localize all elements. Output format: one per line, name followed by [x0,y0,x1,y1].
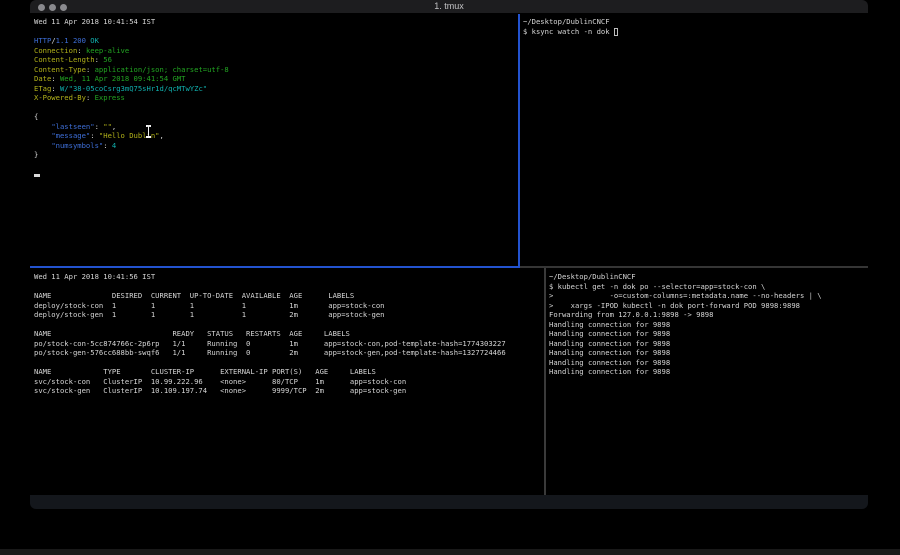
table-row: svc/stock-gen ClusterIP 10.109.197.74 <n… [34,386,544,396]
header-name: Connection [34,46,77,55]
json-value: 4 [112,141,116,150]
command-text: $ ksync watch -n dok [523,27,610,36]
zoom-button[interactable] [60,4,67,11]
json-separator: : [90,131,99,140]
pane-bottom-right-port-forward[interactable]: ~/Desktop/DublinCNCF $ kubectl get -n do… [546,268,868,495]
terminal-block-cursor [34,174,40,177]
http-reason: OK [90,36,99,45]
blank-line [34,27,518,37]
window-title: 1. tmux [30,0,868,13]
json-indent [34,141,51,150]
pods-table: NAME READY STATUS RESTARTS AGE LABELSpo/… [34,329,544,358]
json-brace-line: { [34,112,518,122]
forwarding-line: Forwarding from 127.0.0.1:9898 -> 9898 [549,310,868,320]
header-separator: : [51,84,60,93]
http-header-line: Connection: keep-alive [34,46,518,56]
header-separator: : [77,46,86,55]
handling-line: Handling connection for 9898 [549,358,868,368]
pane-top-right-ksync[interactable]: ~/Desktop/DublinCNCF $ ksync watch -n do… [520,14,868,266]
services-table: NAME TYPE CLUSTER-IP EXTERNAL-IP PORT(S)… [34,367,544,396]
header-separator: : [95,55,104,64]
json-key: "message" [51,131,90,140]
blank-line [34,103,518,113]
tmux-status-bar: demo 0:bash* ⎈ minikube:default [30,495,868,509]
blank-line [34,282,544,292]
header-separator: : [86,65,95,74]
desktop-bottom-strip [0,549,900,555]
json-separator: : [95,122,104,131]
handling-line: Handling connection for 9898 [549,329,868,339]
http-status-line: HTTP/1.1 200 OK [34,36,518,46]
blank-line [34,160,518,170]
http-header-line: ETag: W/"38-05coCsrg3mQ75sHr1d/qcMTwYZc" [34,84,518,94]
header-separator: : [51,74,60,83]
http-header-line: X-Powered-By: Express [34,93,518,103]
handling-line: Handling connection for 9898 [549,348,868,358]
json-indent [34,131,51,140]
tmux-terminal: Wed 11 Apr 2018 10:41:54 IST HTTP/1.1 20… [30,14,868,495]
blank-line [34,320,544,330]
header-name: Content-Type [34,65,86,74]
header-name: ETag [34,84,51,93]
header-value: W/"38-05coCsrg3mQ75sHr1d/qcMTwYZc" [60,84,207,93]
json-field-line: "numsymbols": 4 [34,141,518,151]
table-row: po/stock-gen-576cc688bb-swqf6 1/1 Runnin… [34,348,544,358]
header-name: X-Powered-By [34,93,86,102]
header-value: keep-alive [86,46,129,55]
handling-line: Handling connection for 9898 [549,320,868,330]
http-header-line: Content-Length: 56 [34,55,518,65]
shell-cursor-line [34,169,518,179]
header-name: Content-Length [34,55,95,64]
command-continuation-line: > -o=custom-columns=:metadata.name --no-… [549,291,868,301]
json-comma: , [160,131,164,140]
json-brace-line: } [34,150,518,160]
timestamp-line: Wed 11 Apr 2018 10:41:56 IST [34,272,544,282]
mouse-ibeam-cursor [144,125,153,138]
json-field-line: "message": "Hello Dublin", [34,131,518,141]
json-key: "lastseen" [51,122,94,131]
json-separator: : [103,141,112,150]
handling-line: Handling connection for 9898 [549,339,868,349]
header-value: Express [95,93,125,102]
pane-top-left-http-response[interactable]: Wed 11 Apr 2018 10:41:54 IST HTTP/1.1 20… [30,14,518,266]
blank-line [34,358,544,368]
command-line: $ kubectl get -n dok po --selector=app=s… [549,282,868,292]
json-key: "numsymbols" [51,141,103,150]
timestamp-line: Wed 11 Apr 2018 10:41:54 IST [34,17,518,27]
handling-line: Handling connection for 9898 [549,367,868,377]
table-header-row: NAME TYPE CLUSTER-IP EXTERNAL-IP PORT(S)… [34,367,544,377]
table-row: svc/stock-con ClusterIP 10.99.222.96 <no… [34,377,544,387]
json-indent [34,122,51,131]
close-button[interactable] [38,4,45,11]
deployments-table: NAME DESIRED CURRENT UP-TO-DATE AVAILABL… [34,291,544,320]
header-name: Date [34,74,51,83]
command-line: $ ksync watch -n dok [523,27,868,37]
table-header-row: NAME READY STATUS RESTARTS AGE LABELS [34,329,544,339]
json-close-brace: } [34,150,38,159]
header-separator: : [86,93,95,102]
table-row: deploy/stock-gen 1 1 1 1 2m app=stock-ge… [34,310,544,320]
json-field-line: "lastseen": "", [34,122,518,132]
header-value: Wed, 11 Apr 2018 09:41:54 GMT [60,74,186,83]
header-value: application/json; charset=utf-8 [95,65,229,74]
table-row: deploy/stock-con 1 1 1 1 1m app=stock-co… [34,301,544,311]
inactive-pane-cursor [614,28,618,36]
terminal-window: 1. tmux Wed 11 Apr 2018 10:41:54 IST HTT… [30,0,868,509]
header-value: 56 [103,55,112,64]
cwd-line: ~/Desktop/DublinCNCF [549,272,868,282]
http-protocol: HTTP [34,36,51,45]
pane-bottom-left-kubectl-get[interactable]: Wed 11 Apr 2018 10:41:56 IST NAME DESIRE… [30,268,544,495]
http-header-line: Content-Type: application/json; charset=… [34,65,518,75]
command-continuation-line: > xargs -IPOD kubectl -n dok port-forwar… [549,301,868,311]
table-header-row: NAME DESIRED CURRENT UP-TO-DATE AVAILABL… [34,291,544,301]
window-titlebar[interactable]: 1. tmux [30,0,868,14]
json-comma: , [112,122,116,131]
json-value: "" [103,122,112,131]
minimize-button[interactable] [49,4,56,11]
http-header-line: Date: Wed, 11 Apr 2018 09:41:54 GMT [34,74,518,84]
json-open-brace: { [34,112,38,121]
table-row: po/stock-con-5cc874766c-2p6rp 1/1 Runnin… [34,339,544,349]
cwd-line: ~/Desktop/DublinCNCF [523,17,868,27]
http-version-status: 1.1 200 [56,36,91,45]
